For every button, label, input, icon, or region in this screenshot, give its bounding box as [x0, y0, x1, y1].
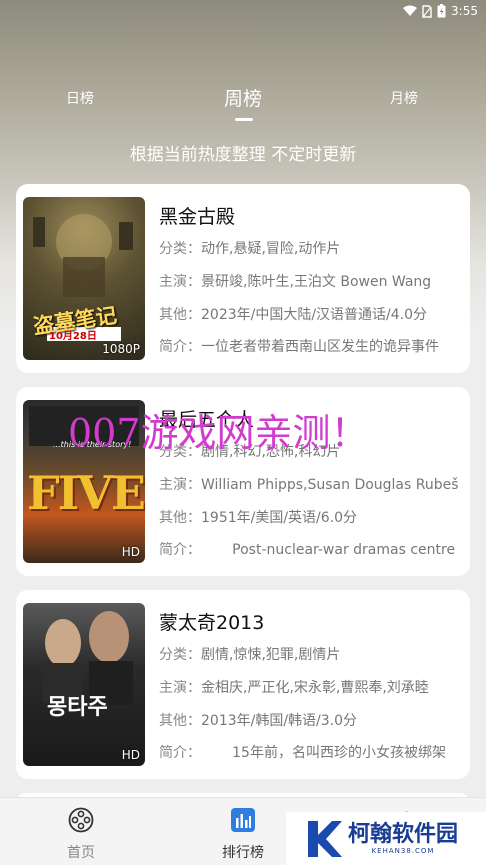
other-value: 2023年/中国大陆/汉语普通话/4.0分 [201, 307, 428, 323]
movie-card[interactable]: 盗墓笔记 10月28日 1080P 黑金古殿 分类：动作,悬疑,冒险,动作片 主… [16, 184, 470, 373]
intro-label: 简介： [159, 745, 201, 761]
movie-cast: 主演：景研竣,陈叶生,王泊文 Bowen Wang [159, 271, 464, 291]
movie-category: 分类：剧情,科幻,恐怖,科幻片 [159, 441, 464, 461]
other-label: 其他： [159, 307, 201, 323]
movie-intro: 简介： 15年前，名叫西珍的小女孩被绑架 [159, 742, 464, 762]
kehan-logo-icon [308, 820, 342, 857]
kehan-domain: KEHAN38.COM [371, 846, 435, 855]
nav-home[interactable]: 首页 [41, 806, 121, 862]
movie-cast: 主演：William Phipps,Susan Douglas Rubeš [159, 474, 464, 494]
period-tabs: 日榜 周榜 月榜 [0, 80, 486, 130]
intro-value: 一位老者带着西南山区发生的诡异事件 [201, 339, 439, 355]
tab-indicator [235, 118, 253, 121]
cast-value: William Phipps,Susan Douglas Rubeš [201, 477, 459, 493]
status-bar: 3:55 [0, 0, 486, 22]
cast-label: 主演： [159, 274, 201, 290]
category-label: 分类： [159, 444, 201, 460]
movie-other: 其他：1951年/美国/英语/6.0分 [159, 507, 464, 527]
poster-art [43, 611, 133, 705]
movie-category: 分类：动作,悬疑,冒险,动作片 [159, 238, 464, 258]
intro-value: 15年前，名叫西珍的小女孩被绑架 [201, 745, 446, 761]
kehan-name: 柯翰软件园 [348, 821, 459, 847]
intro-label: 简介： [159, 339, 201, 355]
other-label: 其他： [159, 510, 201, 526]
movie-other: 其他：2013年/韩国/韩语/3.0分 [159, 710, 464, 730]
movie-poster[interactable]: ...this is their story! FIVE HD [23, 400, 145, 563]
tab-monthly[interactable]: 月榜 [390, 88, 418, 108]
nav-ranking-label: 排行榜 [222, 845, 264, 861]
battery-icon [437, 4, 446, 18]
movie-poster[interactable]: 盗墓笔记 10月28日 1080P [23, 197, 145, 360]
cast-label: 主演： [159, 680, 201, 696]
movie-title: 最后五个人 [159, 409, 255, 431]
resolution-badge: 1080P [102, 342, 140, 356]
status-time: 3:55 [451, 4, 478, 18]
movie-intro: 简介：一位老者带着西南山区发生的诡异事件 [159, 336, 464, 356]
movie-category: 分类：剧情,惊悚,犯罪,剧情片 [159, 644, 464, 664]
nav-home-label: 首页 [67, 845, 95, 861]
resolution-badge: HD [121, 545, 140, 559]
movie-card[interactable]: ...this is their story! FIVE HD 最后五个人 分类… [16, 387, 470, 576]
no-sim-icon [422, 4, 432, 18]
movie-intro: 简介： Post-nuclear-war dramas centre [159, 539, 464, 559]
movie-card[interactable]: 몽타주 HD 蒙太奇2013 分类：剧情,惊悚,犯罪,剧情片 主演：金相庆,严正… [16, 590, 470, 779]
other-value: 2013年/韩国/韩语/3.0分 [201, 713, 358, 729]
nav-ranking[interactable]: 排行榜 [203, 806, 283, 862]
other-label: 其他： [159, 713, 201, 729]
kehan-watermark: 柯翰软件园 KEHAN38.COM [286, 812, 486, 865]
wifi-icon [403, 5, 418, 16]
tab-daily[interactable]: 日榜 [66, 88, 94, 108]
ranking-subtitle: 根据当前热度整理 不定时更新 [129, 145, 357, 165]
poster-title-text: FIVE [27, 466, 145, 520]
other-value: 1951年/美国/英语/6.0分 [201, 510, 358, 526]
cast-value: 景研竣,陈叶生,王泊文 Bowen Wang [201, 274, 432, 290]
intro-label: 简介： [159, 542, 201, 558]
category-label: 分类： [159, 241, 201, 257]
resolution-badge: HD [121, 748, 140, 762]
poster-tagline-text: ...this is their story! [53, 440, 132, 449]
category-value: 剧情,科幻,恐怖,科幻片 [201, 444, 341, 460]
category-label: 分类： [159, 647, 201, 663]
movie-title: 蒙太奇2013 [159, 612, 265, 634]
film-reel-icon [68, 807, 94, 833]
chart-icon [231, 808, 255, 832]
intro-value: Post-nuclear-war dramas centre [201, 542, 456, 558]
poster-date-text: 10月28日 [49, 331, 97, 342]
movie-cast: 主演：金相庆,严正化,宋永彰,曹熙奉,刘承睦 [159, 677, 464, 697]
tab-weekly[interactable]: 周榜 [224, 84, 262, 111]
cast-label: 主演： [159, 477, 201, 493]
cast-value: 金相庆,严正化,宋永彰,曹熙奉,刘承睦 [201, 680, 429, 696]
poster-title-text: 몽타주 [47, 695, 108, 720]
movie-other: 其他：2023年/中国大陆/汉语普通话/4.0分 [159, 304, 464, 324]
category-value: 动作,悬疑,冒险,动作片 [201, 241, 341, 257]
movie-poster[interactable]: 몽타주 HD [23, 603, 145, 766]
category-value: 剧情,惊悚,犯罪,剧情片 [201, 647, 341, 663]
movie-title: 黑金古殿 [159, 206, 236, 228]
